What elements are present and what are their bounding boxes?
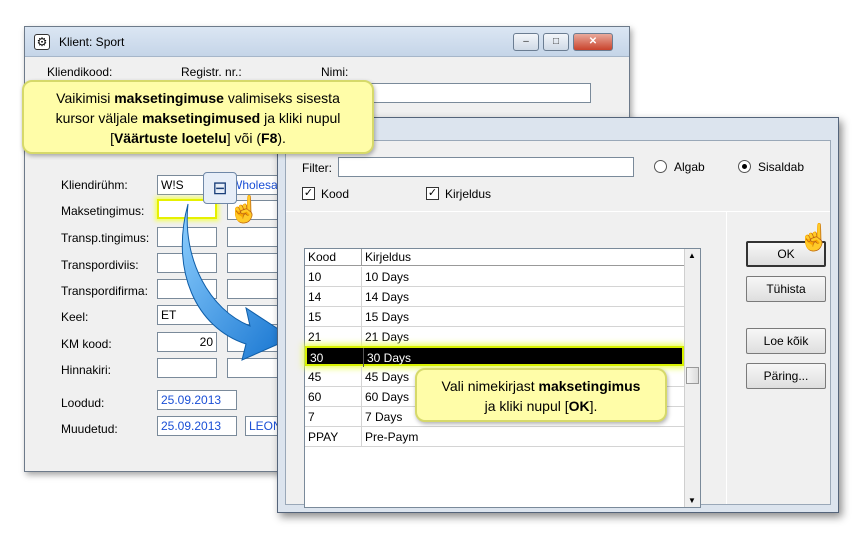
cell-kirjeldus: 15 Days <box>365 310 410 324</box>
cancel-button[interactable]: Tühista <box>746 276 826 302</box>
hand-pointer-icon: ☝ <box>798 222 831 252</box>
callout-text: Vaikimisi <box>56 90 115 106</box>
filter-label: Filter: <box>302 161 332 175</box>
loodud-label: Loodud: <box>61 396 105 410</box>
cell-kood: 60 <box>305 387 362 406</box>
client-window-title: Klient: Sport <box>59 35 125 49</box>
callout-text-bold: maksetingimus <box>538 378 641 394</box>
callout-text-bold: F8 <box>261 130 278 146</box>
muudetud-label: Muudetud: <box>61 422 118 436</box>
cell-kirjeldus: 21 Days <box>365 330 410 344</box>
kood-checkbox[interactable]: ✓ <box>302 187 315 200</box>
callout-text-bold: OK <box>568 398 590 414</box>
query-button[interactable]: Päring... <box>746 363 826 389</box>
regnr-label: Registr. nr.: <box>181 65 242 79</box>
kirjeldus-checkbox-label: Kirjeldus <box>445 187 492 201</box>
table-row[interactable]: 15 15 Days <box>305 307 684 327</box>
table-row[interactable]: PPAY Pre-Paym <box>305 427 684 447</box>
radio-algab-label: Algab <box>674 160 705 174</box>
loodud-field: 25.09.2013 <box>157 390 237 410</box>
cell-kirjeldus: 14 Days <box>365 290 410 304</box>
cell-kood: 15 <box>305 307 362 326</box>
cell-kood: 10 <box>305 267 362 286</box>
callout-text: ] või ( <box>226 130 262 146</box>
muudetud-field: 25.09.2013 <box>157 416 237 436</box>
transp-tingimus-label: Transp.tingimus: <box>61 231 150 245</box>
callout-top: Vaikimisi maksetingimuse valimiseks sise… <box>22 80 374 154</box>
transpordifirma-label: Transpordifirma: <box>61 284 148 298</box>
maximize-button[interactable]: □ <box>543 33 569 51</box>
kood-label: Kliendikood: <box>47 65 113 79</box>
scrollbar-thumb[interactable] <box>686 367 699 384</box>
radio-algab[interactable] <box>654 160 667 173</box>
callout-text: kursor väljale <box>55 110 142 126</box>
cell-kood: 7 <box>305 407 362 426</box>
cell-kirjeldus: 30 Days <box>367 351 412 365</box>
gear-icon: ⚙ <box>34 34 50 50</box>
callout-bottom: Vali nimekirjast maksetingimus ja kliki … <box>415 368 667 422</box>
column-header-kood[interactable]: Kood <box>305 249 362 266</box>
callout-text-bold: maksetingimused <box>141 110 261 126</box>
cell-kirjeldus: 10 Days <box>365 270 410 284</box>
table-header: Kood Kirjeldus <box>305 249 684 266</box>
table-scrollbar[interactable]: ▲ ▼ <box>684 249 700 507</box>
callout-text: ja kliki nupul [ <box>484 398 569 414</box>
maksetingimus-label: Maksetingimus: <box>61 204 145 218</box>
kood-checkbox-label: Kood <box>321 187 350 201</box>
kirjeldus-checkbox[interactable]: ✓ <box>426 187 439 200</box>
hand-pointer-icon: ☝ <box>228 194 261 224</box>
scroll-up-icon[interactable]: ▲ <box>688 251 696 260</box>
callout-text: valimiseks sisesta <box>223 90 340 106</box>
callout-text-bold: Väärtuste loetelu <box>113 130 227 146</box>
table-row[interactable]: 21 21 Days <box>305 327 684 347</box>
callout-text: ). <box>277 130 286 146</box>
callout-text: ja kliki nupul <box>260 110 341 126</box>
value-list-body: Filter: Algab Sisaldab ✓ Kood ✓ Kirjeldu… <box>285 140 831 508</box>
cell-kirjeldus: Pre-Paym <box>365 430 419 444</box>
read-all-button[interactable]: Loe kõik <box>746 328 826 354</box>
value-list-dialog: Filter: Algab Sisaldab ✓ Kood ✓ Kirjeldu… <box>277 117 839 513</box>
nimi-label: Nimi: <box>321 65 349 79</box>
close-button[interactable]: ✕ <box>573 33 613 51</box>
cell-kood: PPAY <box>305 427 362 446</box>
column-header-kirjeldus[interactable]: Kirjeldus <box>362 249 686 266</box>
hinnakiri-label: Hinnakiri: <box>61 363 112 377</box>
table-row[interactable]: 10 10 Days <box>305 267 684 287</box>
km-kood-label: KM kood: <box>61 337 112 351</box>
cell-kood: 30 <box>307 348 364 367</box>
cell-kood: 21 <box>305 327 362 346</box>
table-row-selected[interactable]: 30 30 Days <box>305 346 684 367</box>
table-row[interactable]: 14 14 Days <box>305 287 684 307</box>
keel-label: Keel: <box>61 310 89 324</box>
transpordiviis-label: Transpordiviis: <box>61 258 139 272</box>
minimize-button[interactable]: – <box>513 33 539 51</box>
scroll-down-icon[interactable]: ▼ <box>688 496 696 505</box>
callout-text: Vali nimekirjast <box>441 378 539 394</box>
divider <box>726 211 727 504</box>
radio-sisaldab[interactable] <box>738 160 751 173</box>
kliendigrupp-label: Kliendirühm: <box>61 178 128 192</box>
filter-input[interactable] <box>338 157 634 177</box>
cell-kood: 14 <box>305 287 362 306</box>
radio-sisaldab-label: Sisaldab <box>758 160 805 174</box>
divider <box>286 211 830 212</box>
callout-text-bold: maksetingimuse <box>114 90 224 106</box>
client-window-titlebar[interactable]: ⚙ Klient: Sport – □ ✕ <box>25 27 629 57</box>
cell-kood: 45 <box>305 367 362 386</box>
callout-text: ]. <box>589 398 598 414</box>
